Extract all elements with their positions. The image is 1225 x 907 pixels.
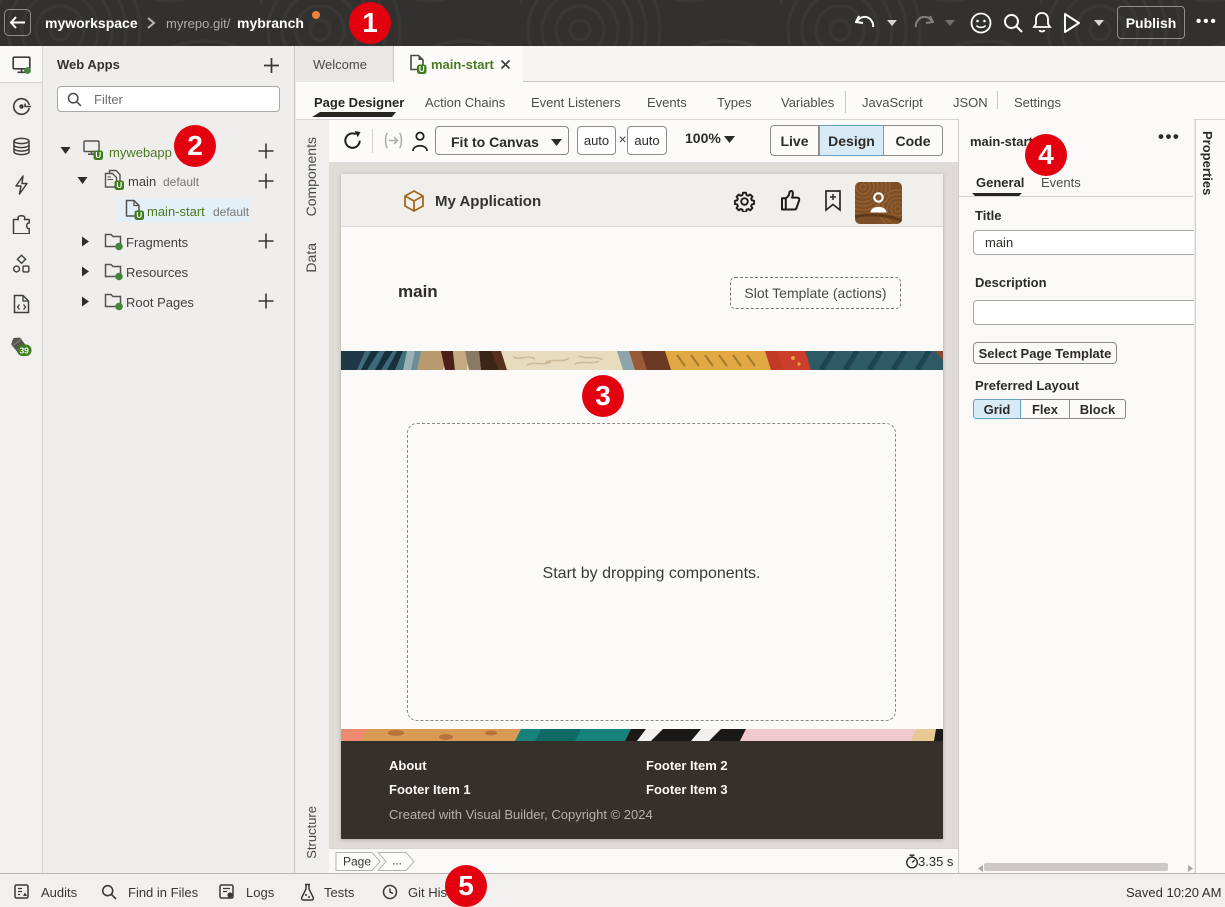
svg-text:39: 39 [19, 345, 29, 355]
svg-text:U: U [95, 151, 101, 160]
svg-text:U: U [116, 181, 122, 190]
svg-text:U: U [419, 65, 425, 74]
svg-text:U: U [136, 211, 142, 220]
svg-text:...: ... [392, 854, 402, 868]
svg-text:Page: Page [343, 855, 371, 869]
